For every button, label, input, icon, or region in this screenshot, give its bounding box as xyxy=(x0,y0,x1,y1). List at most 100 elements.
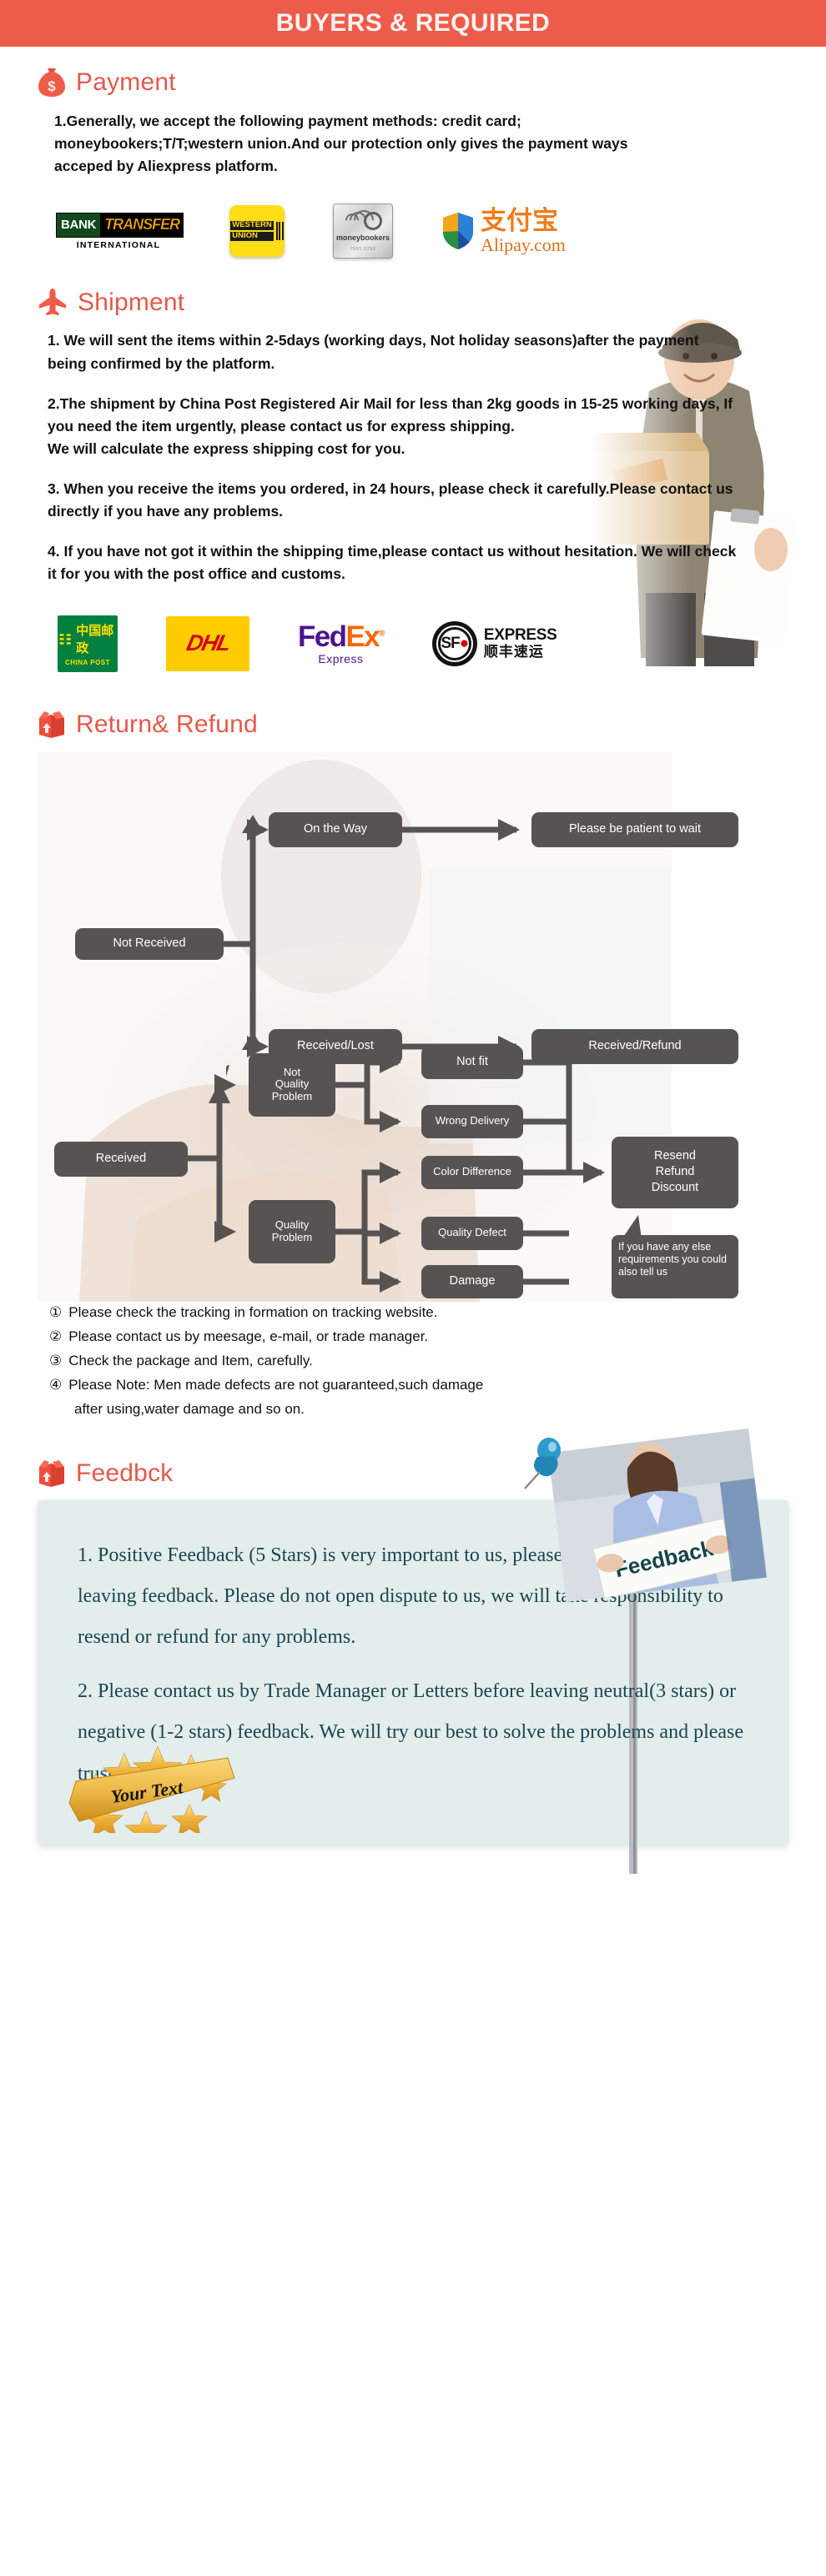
flow-node-not-fit: Not fit xyxy=(421,1045,523,1079)
flow-node-label: Please be patient to wait xyxy=(569,822,701,836)
shipment-section: Shipment 1. We will sent the items withi… xyxy=(0,266,826,679)
flow-node-label: On the Way xyxy=(303,822,368,836)
alipay-shield-icon xyxy=(443,213,473,250)
flow-node-damage: Damage xyxy=(421,1264,523,1298)
fedex-fed-text: Fed xyxy=(298,620,347,653)
flow-node-label: Received xyxy=(95,1152,147,1166)
western-union-bars-icon xyxy=(275,222,284,241)
alipay-logo: 支付宝 Alipay.com xyxy=(441,208,566,254)
western-union-logo: WESTERN UNION xyxy=(229,205,285,258)
bank-transfer-primary: BANK xyxy=(56,212,102,238)
dhl-logo: DHL xyxy=(166,615,249,671)
shipment-paragraph-4: 3. When you receive the items you ordere… xyxy=(48,480,733,520)
flow-node-on-the-way: On the Way xyxy=(269,811,402,847)
airplane-icon xyxy=(39,289,66,316)
china-post-emblem-icon xyxy=(59,631,71,645)
bank-transfer-logo: BANK TRANSFER INTERNATIONAL xyxy=(56,212,184,250)
woman-holding-feedback-sign-photo: Feedback xyxy=(547,1428,768,1602)
moneybookers-arcs-icon xyxy=(342,206,382,235)
dhl-text: DHL xyxy=(184,630,232,655)
return-refund-section: Return& Refund Not Received On the Way P… xyxy=(0,680,826,1422)
flow-node-label: Not Received xyxy=(113,936,186,951)
page-header-banner: BUYERS & REQUIRED xyxy=(0,0,826,47)
bank-transfer-secondary: TRANSFER xyxy=(101,212,184,238)
payment-section: $ Payment 1.Generally, we accept the fol… xyxy=(0,47,826,266)
note-item: ④ Please Note: Men made defects are not … xyxy=(49,1373,788,1397)
note-number: ② xyxy=(49,1328,63,1344)
flow-node-quality-defect: Quality Defect xyxy=(421,1216,523,1250)
return-refund-title: Return& Refund xyxy=(76,710,258,738)
flow-node-label: Wrong Delivery xyxy=(435,1114,510,1127)
sf-express-logo: SF● EXPRESS 顺丰速运 xyxy=(431,620,557,666)
note-item: ① Please check the tracking in formation… xyxy=(49,1300,788,1324)
note-continuation: after using,water damage and so on. xyxy=(74,1401,305,1418)
alipay-chinese-text: 支付宝 xyxy=(481,205,558,236)
return-refund-flowchart: Not Received On the Way Please be patien… xyxy=(38,751,788,1302)
flow-node-wrong-delivery: Wrong Delivery xyxy=(421,1104,523,1138)
note-text: Please check the tracking in formation o… xyxy=(68,1303,438,1320)
sf-chinese-text: 顺丰速运 xyxy=(483,643,544,660)
note-item: ② Please contact us by meesage, e-mail, … xyxy=(49,1324,788,1348)
sf-badge-icon: SF● xyxy=(431,620,477,666)
payment-logo-row: BANK TRANSFER INTERNATIONAL WESTERN UNIO… xyxy=(38,196,788,266)
alipay-domain-text: Alipay.com xyxy=(481,233,566,255)
sf-english-text: EXPRESS xyxy=(483,625,557,644)
note-number: ④ xyxy=(49,1377,63,1393)
flow-node-label: Color Difference xyxy=(433,1165,511,1178)
shipment-paragraph-1: 1. We will sent the items within 2-5days… xyxy=(48,332,699,372)
flow-callout-label: If you have any else requirements you co… xyxy=(618,1240,727,1278)
flow-node-received-refund: Received/Refund xyxy=(531,1028,738,1064)
note-text: Please contact us by meesage, e-mail, or… xyxy=(68,1328,429,1344)
flow-node-quality-problem: Quality Problem xyxy=(249,1199,335,1263)
note-number: ① xyxy=(49,1303,63,1320)
shipment-paragraph-5: 4. If you have not got it within the shi… xyxy=(48,543,737,583)
fedex-registered-icon: ® xyxy=(379,628,385,638)
payment-title: Payment xyxy=(76,68,176,96)
shipment-body: 1. We will sent the items within 2-5days… xyxy=(38,329,738,585)
shipment-paragraph-3: We will calculate the express shipping c… xyxy=(48,439,405,457)
flow-node-resend-refund-discount: Resend Refund Discount xyxy=(612,1136,738,1208)
note-text: Please Note: Men made defects are not gu… xyxy=(68,1377,484,1393)
flow-callout-extra-requirements: If you have any else requirements you co… xyxy=(612,1234,738,1298)
china-post-english-text: CHINA POST xyxy=(64,658,111,666)
shipment-title: Shipment xyxy=(78,289,185,317)
flow-node-label: Not fit xyxy=(456,1055,488,1069)
flow-node-label: Damage xyxy=(449,1274,496,1288)
return-box-icon xyxy=(39,1459,64,1487)
sf-mark-text: SF xyxy=(441,634,460,652)
flow-node-not-quality-problem: Not Quality Problem xyxy=(249,1052,335,1117)
feedback-section: Feedbck Feedback 1. Positive Feedback (5… xyxy=(0,1422,826,1874)
push-pin-icon xyxy=(524,1437,561,1489)
flow-node-label: Quality Problem xyxy=(271,1218,313,1243)
flow-node-label: Received/Refund xyxy=(588,1039,682,1053)
moneybookers-label: moneybookers xyxy=(335,233,390,243)
feedback-title: Feedbck xyxy=(76,1459,174,1487)
fedex-subtitle: Express xyxy=(318,651,364,665)
gold-stars-ribbon-badge: Your Text xyxy=(68,1745,235,1833)
return-box-icon xyxy=(39,711,64,738)
flow-node-color-difference: Color Difference xyxy=(421,1155,523,1189)
shipment-paragraph-2: 2.The shipment by China Post Registered … xyxy=(48,394,733,434)
flow-node-label: Received/Lost xyxy=(297,1039,374,1053)
moneybookers-logo: moneybookers 7665 0793 xyxy=(333,203,393,259)
return-refund-notes: ① Please check the tracking in formation… xyxy=(38,1300,788,1422)
note-number: ③ xyxy=(49,1352,63,1368)
flow-node-not-received: Not Received xyxy=(75,927,224,960)
flow-node-label: Quality Defect xyxy=(438,1226,506,1239)
note-text: Check the package and Item, carefully. xyxy=(68,1352,313,1368)
china-post-chinese-text: 中国邮政 xyxy=(76,622,114,655)
note-item: ③ Check the package and Item, carefully. xyxy=(49,1348,788,1373)
bank-transfer-sub: INTERNATIONAL xyxy=(76,239,161,250)
shipment-header: Shipment xyxy=(38,288,788,318)
china-post-logo: 中国邮政 CHINA POST xyxy=(58,615,118,672)
western-union-line2: UNION xyxy=(230,231,274,242)
svg-text:$: $ xyxy=(48,78,56,94)
flow-node-label: Resend Refund Discount xyxy=(651,1149,699,1194)
flow-node-received: Received xyxy=(54,1141,188,1177)
payment-header: $ Payment xyxy=(38,67,788,98)
payment-paragraph-1: 1.Generally, we accept the following pay… xyxy=(54,113,628,175)
fedex-logo: FedEx® Express xyxy=(298,620,385,665)
money-bag-icon: $ xyxy=(38,68,65,97)
moneybookers-code: 7665 0793 xyxy=(350,247,376,253)
payment-body: 1.Generally, we accept the following pay… xyxy=(38,110,655,178)
